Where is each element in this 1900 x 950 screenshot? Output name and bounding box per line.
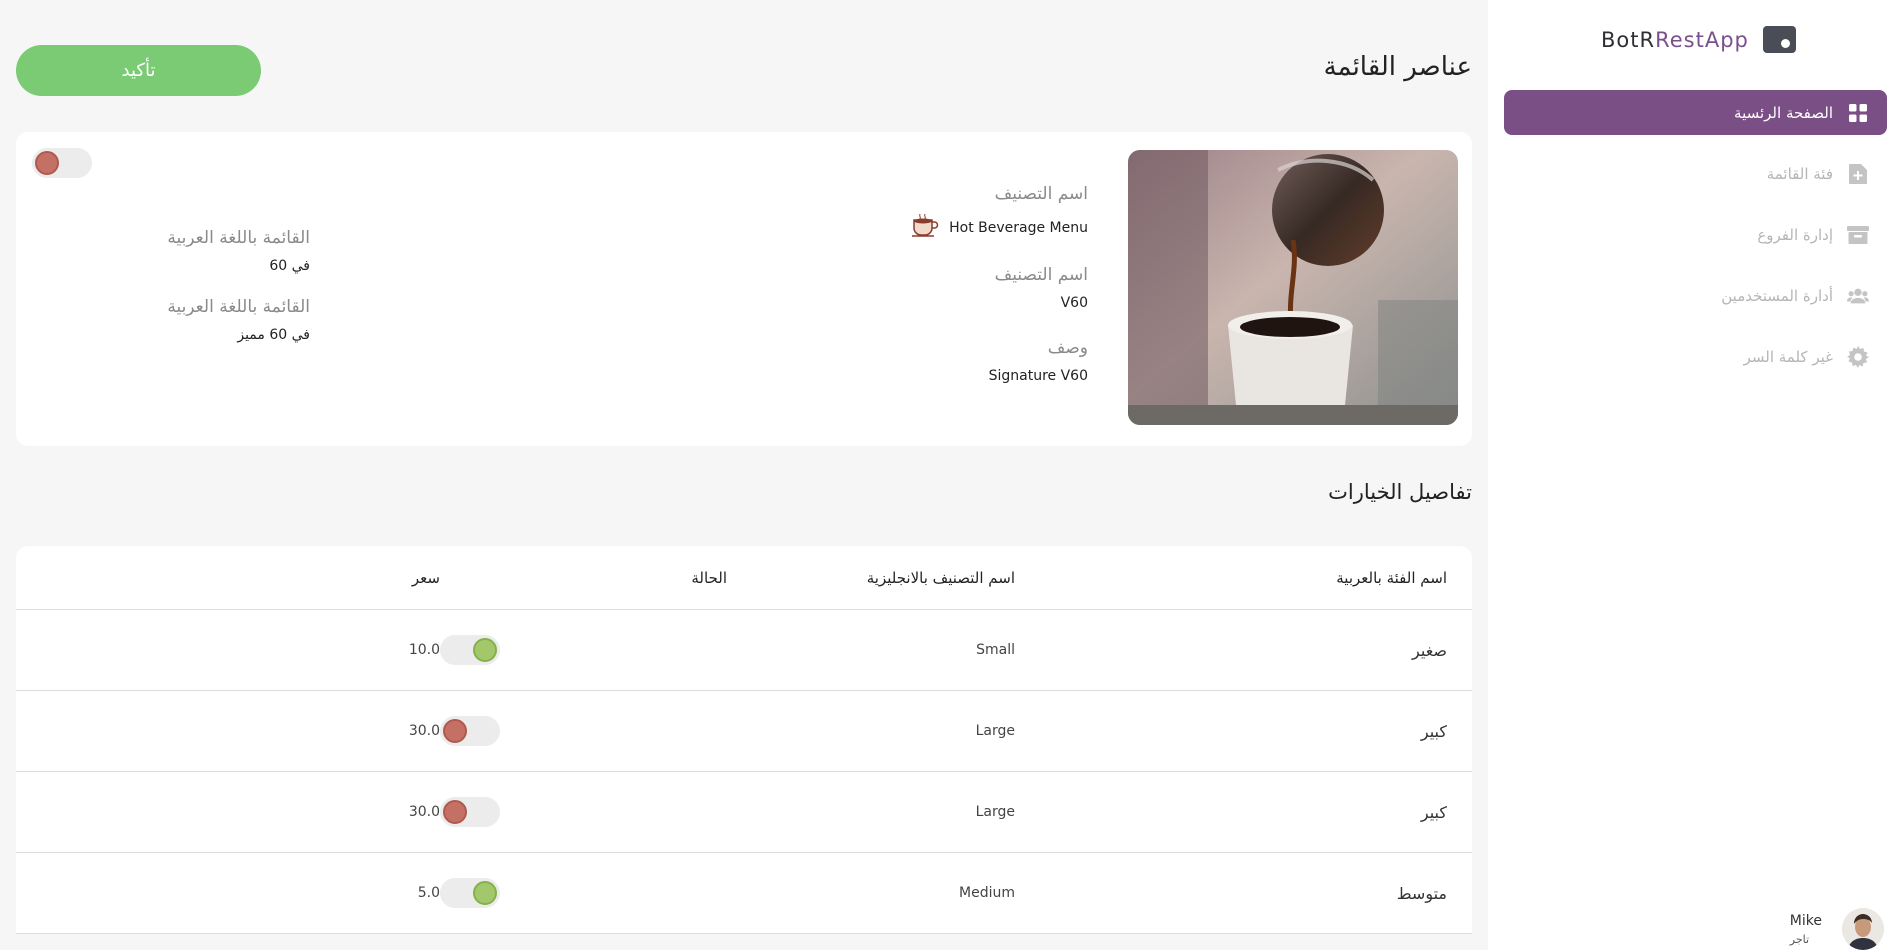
sidebar-item-branches[interactable]: إدارة الفروع [1504,212,1887,257]
archive-box-icon [1847,224,1869,246]
table-row: متوسط Medium 5.0 [16,853,1472,934]
option-price: 5.0 [417,885,440,901]
sidebar-item-users[interactable]: أدارة المستخدمين [1504,273,1887,318]
toggle-knob [35,151,59,175]
option-english-name: Large [975,723,1015,739]
dashboard-grid-icon [1847,102,1869,124]
option-price: 30.0 [408,723,440,739]
user-role: تاجر [1789,932,1810,946]
option-status-toggle[interactable] [440,878,500,908]
option-price: 10.0 [408,642,440,658]
column-header: اسم التصنيف بالانجليزية [866,568,1015,587]
coffee-cup-icon [911,213,939,242]
sidebar-nav: الصفحة الرئسية فئة القائمة إدارة الفروع … [1504,90,1887,395]
category-label: اسم التصنيف [994,184,1088,204]
logo-prefix: BotR [1601,27,1656,52]
arabic-description-label: القائمة باللغة العربية [167,297,310,317]
option-arabic-name: كبير [1420,721,1447,741]
toggle-knob [473,638,497,662]
description-label: وصف [1047,338,1088,358]
logo-mark-icon [1762,26,1796,53]
toggle-knob [473,881,497,905]
name-label: اسم التصنيف [994,265,1088,285]
users-group-icon [1847,285,1869,307]
column-header: الحالة [691,568,727,587]
add-file-icon [1847,163,1869,185]
arabic-description-value: في 60 مميز [237,327,310,343]
confirm-button[interactable]: تأكيد [16,45,261,96]
table-row: صغير Small 10.0 [16,610,1472,691]
toggle-knob [443,800,467,824]
sidebar-item-label: غير كلمة السر [1743,347,1833,366]
option-english-name: Small [976,642,1015,658]
user-profile[interactable]: Mike تاجر [1790,908,1884,950]
sidebar-item-label: أدارة المستخدمين [1721,286,1833,305]
option-price: 30.0 [408,804,440,820]
option-arabic-name: متوسط [1396,883,1447,903]
avatar [1842,908,1884,950]
option-status-toggle[interactable] [440,797,500,827]
table-row: كبير Large 30.0 [16,691,1472,772]
sidebar-item-change-password[interactable]: غير كلمة السر [1504,334,1887,379]
option-status-toggle[interactable] [440,716,500,746]
sidebar-item-label: الصفحة الرئسية [1734,103,1833,122]
option-arabic-name: صغير [1412,640,1447,660]
options-section-title: تفاصيل الخيارات [1328,480,1472,504]
item-image [1128,150,1458,425]
toggle-knob [443,719,467,743]
user-name: Mike [1789,912,1822,929]
sidebar-item-home[interactable]: الصفحة الرئسية [1504,90,1887,135]
sidebar-item-label: فئة القائمة [1766,164,1833,183]
main-content: عناصر القائمة تأكيد اسم التصنيف Hot Beve… [16,0,1472,950]
category-value: Hot Beverage Menu [949,220,1088,236]
description-value: Signature V60 [988,368,1088,384]
sidebar-item-menu-category[interactable]: فئة القائمة [1504,151,1887,196]
arabic-name-value: في 60 [269,258,310,274]
arabic-name-label: القائمة باللغة العربية [167,228,310,248]
item-status-toggle[interactable] [32,148,92,178]
gear-icon [1847,345,1869,368]
table-row: كبير Large 30.0 [16,772,1472,853]
name-value: V60 [1060,295,1088,311]
page-title: عناصر القائمة [1323,52,1472,82]
app-logo[interactable]: BotRRestApp [1601,26,1796,53]
option-english-name: Medium [959,885,1015,901]
sidebar: BotRRestApp الصفحة الرئسية فئة القائمة إ… [1488,0,1900,950]
option-arabic-name: كبير [1420,802,1447,822]
options-table: اسم الفئة بالعربية اسم التصنيف بالانجليز… [16,546,1472,934]
table-header: اسم الفئة بالعربية اسم التصنيف بالانجليز… [16,546,1472,610]
column-header: اسم الفئة بالعربية [1336,568,1447,587]
column-header: سعر [411,568,440,587]
option-english-name: Large [975,804,1015,820]
item-details-card: اسم التصنيف Hot Beverage Menu اسم التصني… [16,132,1472,446]
option-status-toggle[interactable] [440,635,500,665]
logo-accent: RestApp [1655,27,1749,52]
sidebar-item-label: إدارة الفروع [1757,225,1833,244]
coffee-pour-over-photo [1128,150,1458,425]
